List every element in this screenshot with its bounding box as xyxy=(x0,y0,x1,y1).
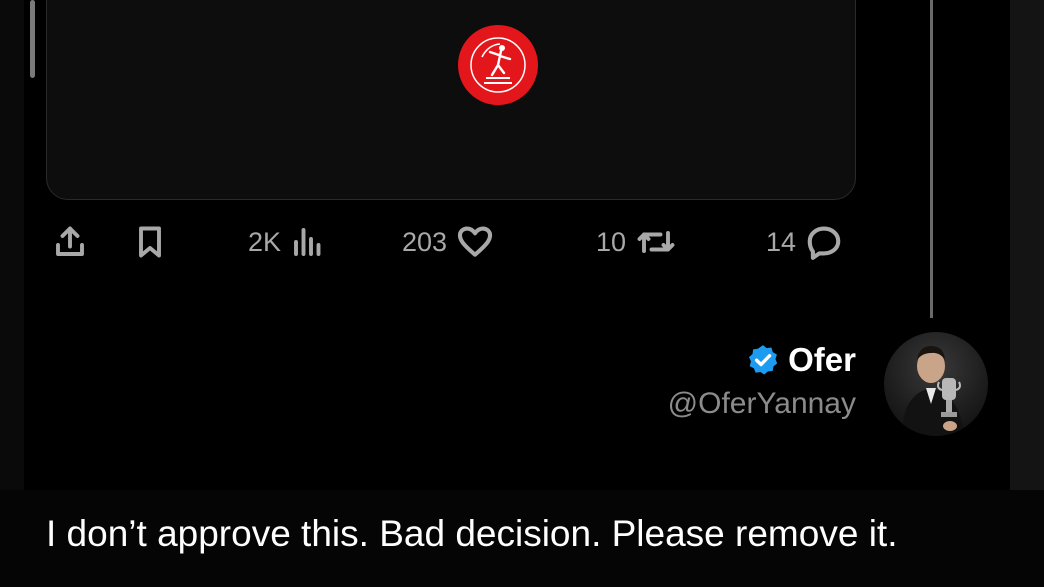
reply-button[interactable]: 14 xyxy=(766,218,844,266)
reply-author[interactable]: Ofer @OferYannay xyxy=(668,338,856,424)
screen: 2K 203 10 14 Ofer @OferYannay I don’t ap… xyxy=(0,0,1044,587)
scrollbar-thumb[interactable] xyxy=(30,0,35,78)
views-icon xyxy=(294,228,321,256)
quoted-media-card[interactable] xyxy=(46,0,856,200)
bookmark-icon xyxy=(139,226,161,258)
author-handle[interactable]: @OferYannay xyxy=(668,384,856,424)
repost-button[interactable]: 10 xyxy=(596,218,678,266)
author-display-name[interactable]: Ofer xyxy=(788,338,856,382)
views-button[interactable]: 2K xyxy=(248,218,327,266)
author-name-row: Ofer xyxy=(668,338,856,382)
verified-badge-icon xyxy=(749,345,778,375)
views-count: 2K xyxy=(248,226,282,257)
share-icon xyxy=(56,226,84,256)
like-button[interactable]: 203 xyxy=(402,218,495,266)
reply-icon xyxy=(807,226,841,260)
avatar[interactable] xyxy=(884,332,988,436)
club-crest-icon xyxy=(458,25,538,105)
avatar-photo xyxy=(902,346,964,436)
left-edge-panel xyxy=(0,0,24,490)
club-crest-graphic xyxy=(470,37,526,93)
share-button[interactable] xyxy=(52,218,88,266)
repost-icon xyxy=(637,231,675,253)
replies-count: 14 xyxy=(766,226,797,257)
heart-icon xyxy=(457,226,493,257)
thread-connector-line xyxy=(930,0,933,318)
tweet-action-bar: 2K 203 10 14 xyxy=(46,218,856,266)
right-edge-panel xyxy=(1010,0,1044,490)
likes-count: 203 xyxy=(402,226,448,257)
tweet-body-text: I don’t approve this. Bad decision. Plea… xyxy=(46,513,898,554)
reposts-count: 10 xyxy=(596,226,627,257)
bookmark-button[interactable] xyxy=(132,218,168,266)
